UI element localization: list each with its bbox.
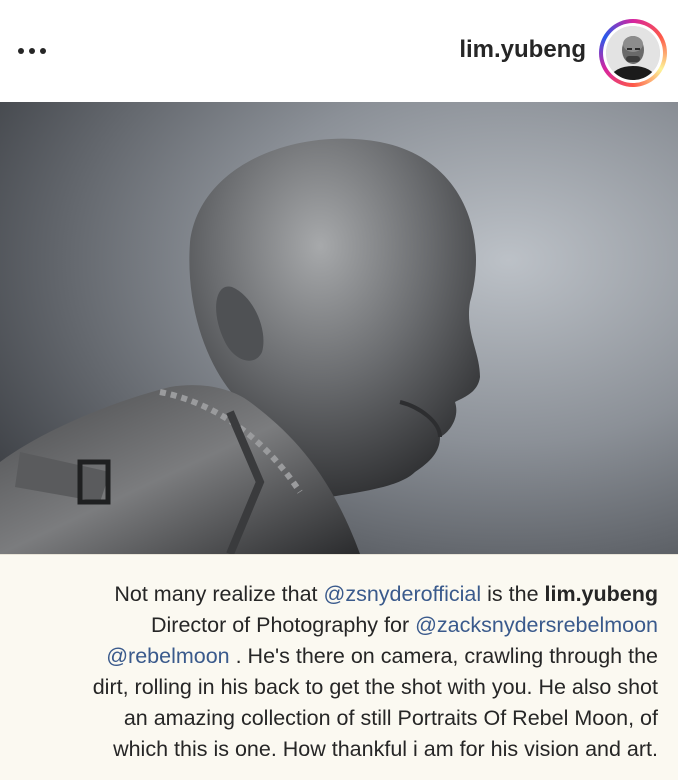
portrait-photo bbox=[0, 102, 678, 554]
post-caption: Not many realize that @zsnyderofficial i… bbox=[0, 554, 678, 780]
avatar-ring-gap bbox=[603, 23, 663, 83]
caption-line-4: dirt, rolling in his back to get the sho… bbox=[92, 675, 658, 699]
dot-icon bbox=[40, 48, 46, 54]
caption-username-link[interactable]: lim.yubeng bbox=[545, 582, 658, 606]
caption-text: Director of Photography for bbox=[150, 613, 416, 637]
post-image[interactable] bbox=[0, 102, 678, 554]
caption-line-3: @rebelmoon . He's there on camera, crawl… bbox=[106, 641, 658, 671]
avatar-story-ring[interactable] bbox=[599, 19, 667, 87]
caption-line-2: Director of Photography for @zacksnyders… bbox=[151, 610, 658, 640]
avatar-image bbox=[606, 26, 660, 80]
caption-line-5: an amazing collection of still Portraits… bbox=[123, 706, 658, 730]
dot-icon bbox=[29, 48, 35, 54]
avatar bbox=[606, 26, 660, 80]
caption-text: is the bbox=[481, 582, 545, 606]
caption-line-6: which this is one. How thankful i am for… bbox=[113, 737, 658, 761]
more-horizontal-icon[interactable] bbox=[18, 36, 58, 66]
username-link[interactable]: lim.yubeng bbox=[459, 36, 586, 64]
caption-text: Not many realize that bbox=[114, 582, 324, 606]
caption-line-1: Not many realize that @zsnyderofficial i… bbox=[114, 579, 658, 609]
mention-link[interactable]: @rebelmoon bbox=[106, 644, 229, 668]
mention-link[interactable]: @zsnyderofficial bbox=[324, 582, 482, 606]
dot-icon bbox=[18, 48, 24, 54]
caption-text: . He's there on camera, crawling through… bbox=[229, 644, 658, 668]
post-header: lim.yubeng bbox=[0, 0, 678, 102]
mention-link[interactable]: @zacksnydersrebelmoon bbox=[415, 613, 658, 637]
